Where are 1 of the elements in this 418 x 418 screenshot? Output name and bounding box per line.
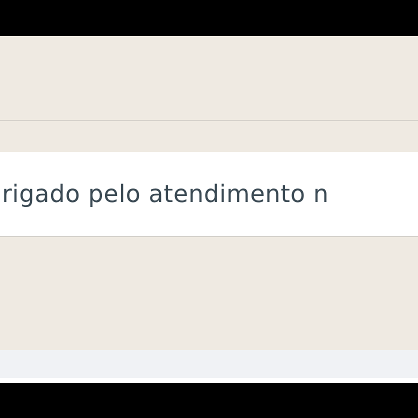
message-text: rigado pelo atendimento n — [1, 180, 329, 208]
